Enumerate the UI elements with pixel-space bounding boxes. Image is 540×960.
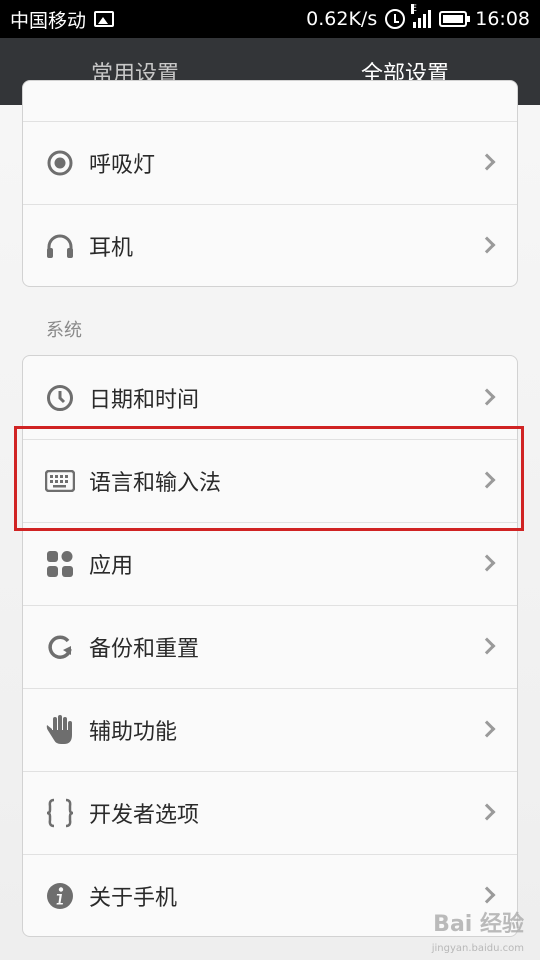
settings-item-label: 呼吸灯 [89, 153, 156, 178]
carrier-name: 中国移动 [10, 9, 87, 32]
settings-item-label: 应用 [89, 554, 134, 579]
network-type: E [411, 4, 417, 14]
clock-icon [45, 383, 75, 413]
settings-item-headphones[interactable]: 耳机 [23, 204, 517, 286]
chevron-right-icon [478, 236, 496, 254]
signal-icon: E [411, 4, 432, 28]
chevron-right-icon [478, 720, 496, 738]
settings-item-label: 语言和输入法 [89, 471, 222, 496]
chevron-right-icon [478, 886, 496, 904]
settings-item-apps[interactable]: 应用 [23, 522, 517, 605]
braces-icon [45, 798, 75, 828]
breathing-light-icon [45, 148, 75, 178]
hand-icon [45, 715, 75, 745]
settings-item-label: 备份和重置 [89, 637, 200, 662]
list-item-hidden [23, 81, 517, 121]
baidu-watermark: Bai 经验 [433, 912, 524, 937]
section-title-system: 系统 [46, 320, 82, 341]
refresh-icon [45, 632, 75, 662]
settings-item-accessibility[interactable]: 辅助功能 [23, 688, 517, 771]
chevron-right-icon [478, 554, 496, 572]
info-icon [45, 881, 75, 911]
keyboard-icon [45, 466, 75, 496]
settings-item-label: 辅助功能 [89, 720, 178, 745]
settings-group-system: 日期和时间 语言和输入法 应用 备份和重置 辅助功能 开发者选项 关于手机 [22, 355, 518, 937]
settings-item-label: 耳机 [89, 236, 134, 261]
settings-item-backup-reset[interactable]: 备份和重置 [23, 605, 517, 688]
settings-item-label: 开发者选项 [89, 803, 200, 828]
battery-icon [439, 11, 471, 27]
chevron-right-icon [478, 388, 496, 405]
settings-item-developer-options[interactable]: 开发者选项 [23, 771, 517, 854]
chevron-right-icon [478, 471, 496, 489]
settings-group-device: 呼吸灯 耳机 [22, 80, 518, 287]
clock-time: 16:08 [475, 8, 530, 30]
settings-item-label: 关于手机 [89, 886, 178, 911]
alarm-icon [385, 9, 406, 29]
status-bar: 中国移动 0.62K/s E 16:08 [0, 0, 540, 38]
chevron-right-icon [478, 637, 496, 655]
apps-icon [45, 549, 75, 579]
headphones-icon [45, 231, 75, 261]
settings-item-breathing-light[interactable]: 呼吸灯 [23, 121, 517, 204]
baidu-watermark-url: jingyan.baidu.com [431, 943, 524, 954]
chevron-right-icon [478, 803, 496, 821]
settings-item-language-input[interactable]: 语言和输入法 [23, 439, 517, 522]
image-notification-icon [94, 11, 115, 27]
chevron-right-icon [478, 153, 496, 171]
settings-item-label: 日期和时间 [89, 387, 200, 413]
network-speed: 0.62K/s [306, 8, 378, 30]
settings-item-date-time[interactable]: 日期和时间 [23, 356, 517, 439]
